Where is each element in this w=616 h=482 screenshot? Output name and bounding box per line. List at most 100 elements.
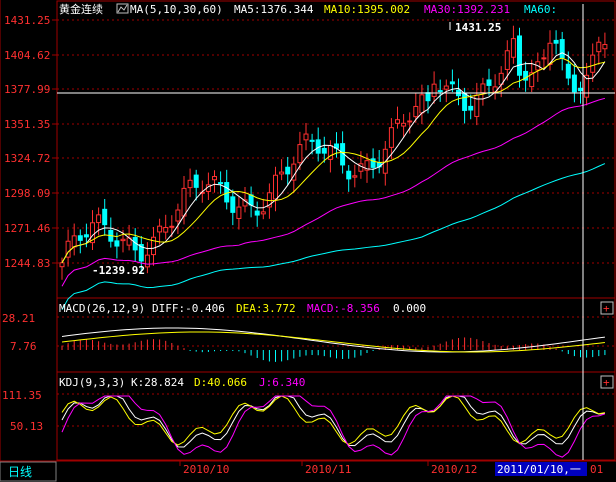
- candle-body: [230, 196, 236, 213]
- price-tick-label: 1351.35: [4, 118, 50, 131]
- kdj-expand-button[interactable]: +: [600, 375, 614, 389]
- candle-body: [59, 262, 65, 268]
- ma60-line: [61, 163, 606, 310]
- candle-body: [254, 210, 260, 216]
- candle-body: [187, 179, 193, 189]
- kline-chart[interactable]: 1431.25 1404.62 1377.99 1351.35 1324.72 1298.…: [0, 0, 616, 482]
- candle-body: [224, 182, 230, 203]
- kdj-axis-mid: 50.13: [10, 420, 43, 433]
- kdj-params: KDJ(9,3,3): [59, 376, 125, 389]
- date-label-dec: 2010/12: [431, 463, 477, 476]
- candle-body: [443, 85, 449, 90]
- macd-params: MACD(26,12,9): [59, 302, 145, 315]
- ma5-value: MA5:1376.344: [234, 3, 314, 16]
- candle-body: [346, 170, 352, 180]
- macd-axis-mid: 7.76: [10, 340, 37, 353]
- candle-body: [565, 63, 571, 79]
- price-tick-label: 1404.62: [4, 49, 50, 62]
- price-tick-label: 1298.09: [4, 187, 50, 200]
- candle-body: [468, 105, 474, 111]
- low-annotation: -1239.92: [92, 264, 145, 277]
- high-annotation: 1431.25: [455, 21, 501, 34]
- candle-body: [480, 83, 486, 94]
- candle-body: [273, 174, 278, 200]
- cursor-date: 2011/01/10,一: [497, 463, 581, 476]
- price-tick-label: 1244.83: [4, 257, 50, 270]
- candle-body: [169, 225, 175, 228]
- candle-body: [236, 206, 242, 219]
- cursor-date-tail: 01: [590, 463, 603, 476]
- kdj-axis-top: 111.35: [2, 389, 42, 402]
- candle-body: [83, 234, 89, 238]
- candle-body: [321, 147, 327, 154]
- date-bar: 日线 2010/10 2010/11 2010/12 2011/01/10,一 …: [0, 460, 616, 482]
- candle-body: [114, 240, 120, 247]
- kdj-header: KDJ(9,3,3) K:28.824 D:40.066 J:6.340: [59, 376, 305, 389]
- candle-body: [248, 194, 254, 206]
- candle-body: [590, 54, 596, 73]
- candle-body: [151, 236, 156, 256]
- candle-body: [144, 254, 150, 268]
- date-label-oct: 2010/10: [183, 463, 229, 476]
- candle-body: [193, 174, 199, 188]
- candle-body: [77, 235, 83, 241]
- candle-body: [419, 94, 425, 114]
- price-header: 黄金连续 MA(5,10,30,60) MA5:1376.344 MA10:13…: [59, 2, 557, 16]
- candle-body: [157, 225, 163, 233]
- price-tick-label: 1431.25: [4, 14, 50, 27]
- candle-body: [571, 74, 577, 93]
- candle-body: [486, 79, 492, 86]
- candle-body: [96, 214, 102, 224]
- macd-value: MACD:-8.356: [307, 302, 380, 315]
- macd-expand-button[interactable]: +: [600, 301, 614, 315]
- candle-body: [285, 166, 291, 175]
- candle-body: [517, 35, 522, 76]
- macd-dea: DEA:3.772: [236, 302, 296, 315]
- svg-text:+: +: [603, 376, 610, 389]
- candle-body: [218, 182, 224, 185]
- candle-body: [175, 209, 181, 222]
- candle-body: [553, 39, 559, 44]
- candle-body: [602, 44, 608, 50]
- candle-body: [279, 171, 285, 175]
- candle-body: [212, 176, 217, 181]
- price-axis: 1431.25 1404.62 1377.99 1351.35 1324.72 1298.…: [4, 14, 57, 270]
- candle-body: [437, 90, 443, 93]
- candle-body: [297, 144, 303, 164]
- symbol-name: 黄金连续: [59, 2, 103, 16]
- candle-body: [388, 127, 394, 148]
- kdj-k: K:28.824: [131, 376, 184, 389]
- kdj-k-line: [61, 395, 605, 448]
- kdj-d: D:40.066: [194, 376, 247, 389]
- candle-body: [407, 120, 413, 123]
- candle-body: [559, 39, 565, 59]
- macd-diff-line: [61, 327, 605, 353]
- candle-body: [413, 105, 419, 118]
- candle-body: [449, 81, 455, 85]
- macd-header: MACD(26,12,9) DIFF:-0.406 DEA:3.772 MACD…: [59, 302, 426, 315]
- macd-dea-line: [61, 331, 605, 353]
- kdj-j: J:6.340: [259, 376, 305, 389]
- candle-body: [260, 211, 266, 215]
- kdj-d-line: [61, 395, 605, 446]
- macd-axis-top: 28.21: [2, 312, 35, 325]
- candle-body: [102, 208, 108, 226]
- ma-params: MA(5,10,30,60): [130, 3, 223, 16]
- ma30-value: MA30:1392.231: [424, 3, 510, 16]
- candle-body: [541, 57, 547, 60]
- candle-body: [462, 92, 468, 111]
- candle-body: [181, 187, 187, 217]
- candle-body: [303, 133, 309, 141]
- candle-body: [510, 38, 516, 58]
- macd-diff: DIFF:-0.406: [152, 302, 225, 315]
- candle-body: [596, 41, 602, 53]
- macd-series: [61, 327, 606, 362]
- svg-text:+: +: [603, 302, 610, 315]
- candle-body: [163, 227, 169, 233]
- price-tick-label: 1271.46: [4, 222, 50, 235]
- candle-body: [578, 87, 583, 92]
- price-tick-label: 1324.72: [4, 152, 50, 165]
- macd-extra: 0.000: [393, 302, 426, 315]
- candle-body: [352, 175, 358, 178]
- kdj-series: [61, 395, 606, 458]
